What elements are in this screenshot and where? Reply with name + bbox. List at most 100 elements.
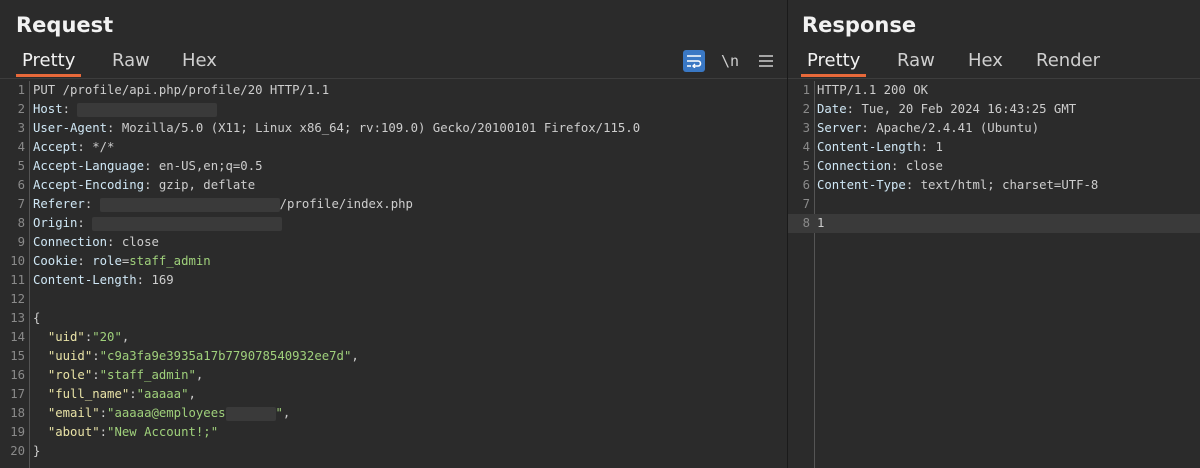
line-number: 13 <box>10 311 25 325</box>
line-number: 6 <box>17 178 25 192</box>
tab-request-pretty[interactable]: Pretty <box>16 50 82 77</box>
code-line: 2 Date: Tue, 20 Feb 2024 16:43:25 GMT <box>788 100 1200 119</box>
line-number: 3 <box>802 121 810 135</box>
json-value-end: " <box>275 406 283 420</box>
colon: : <box>107 121 122 135</box>
code-line: 5 Accept-Language: en-US,en;q=0.5 <box>0 157 787 176</box>
json-value: "staff_admin" <box>99 368 196 382</box>
colon: : <box>144 178 159 192</box>
code-line: 3 User-Agent: Mozilla/5.0 (X11; Linux x86… <box>0 119 787 138</box>
line-number: 10 <box>10 254 25 268</box>
code-text: 1 <box>817 214 824 233</box>
header-value: Apache/2.4.41 (Ubuntu) <box>876 121 1040 135</box>
redacted-block <box>92 216 283 231</box>
line-number: 4 <box>802 140 810 154</box>
code-text: "uuid":"c9a3fa9e3935a17b779078540932ee7d… <box>33 347 359 366</box>
line-number: 5 <box>17 159 25 173</box>
colon: : <box>905 178 921 192</box>
show-newlines-button[interactable]: \n <box>719 50 741 72</box>
header-name: Referer <box>33 197 85 211</box>
tab-response-hex[interactable]: Hex <box>962 50 1009 76</box>
line-number: 6 <box>802 178 810 192</box>
request-editor[interactable]: 1 PUT /profile/api.php/profile/20 HTTP/1.… <box>0 81 787 468</box>
tab-response-raw[interactable]: Raw <box>891 50 941 76</box>
header-name: Cookie <box>33 254 78 268</box>
header-name: Connection <box>817 159 892 173</box>
request-pane: Request Pretty Raw Hex \n 1 PUT /profile/… <box>0 0 788 468</box>
header-name: Connection <box>33 235 108 249</box>
response-pane: Response Pretty Raw Hex Render 1 HTTP/1.1… <box>788 0 1200 468</box>
response-editor[interactable]: 1 HTTP/1.1 200 OK 2 Date: Tue, 20 Feb 2024 … <box>788 81 1200 468</box>
redacted-block <box>225 406 276 421</box>
code-line: 7 <box>788 195 1200 214</box>
response-title: Response <box>802 13 917 37</box>
colon: : <box>107 235 122 249</box>
code-text: Content-Length: 1 <box>817 138 943 157</box>
line-number: 4 <box>17 140 25 154</box>
code-text: PUT /profile/api.php/profile/20 HTTP/1.1 <box>33 81 329 100</box>
code-text: "uid":"20", <box>33 328 129 347</box>
header-name: Host <box>33 102 63 116</box>
json-value: "c9a3fa9e3935a17b779078540932ee7d" <box>99 349 352 363</box>
line-number: 3 <box>17 121 25 135</box>
header-value: 169 <box>151 273 174 287</box>
cookie-key: role <box>92 254 122 268</box>
tab-request-hex[interactable]: Hex <box>176 50 223 76</box>
json-value: "aaaaa" <box>136 387 189 401</box>
code-line: 6 Content-Type: text/html; charset=UTF-8 <box>788 176 1200 195</box>
json-key: "email" <box>47 406 100 420</box>
colon: : <box>92 349 100 363</box>
line-number: 12 <box>10 292 25 306</box>
colon: : <box>861 121 877 135</box>
cookie-value: staff_admin <box>129 254 211 268</box>
json-comma: , <box>188 387 196 401</box>
colon: : <box>99 406 108 420</box>
code-text: Origin: <box>33 214 283 233</box>
line-text: HTTP/1.1 200 OK <box>817 83 929 97</box>
tab-response-render[interactable]: Render <box>1030 50 1106 76</box>
header-value: /profile/index.php <box>279 197 413 211</box>
json-key: "role" <box>47 368 93 382</box>
json-key: "uuid" <box>47 349 93 363</box>
json-key: "uid" <box>47 330 85 344</box>
code-text: "about":"New Account!;" <box>33 423 218 442</box>
hamburger-menu-icon[interactable] <box>755 50 777 72</box>
header-value: Tue, 20 Feb 2024 16:43:25 GMT <box>861 102 1077 116</box>
colon: : <box>920 140 936 154</box>
request-tabs: Pretty Raw Hex <box>0 46 787 79</box>
code-text: Connection: close <box>33 233 159 252</box>
header-name: Accept-Language <box>33 159 145 173</box>
code-line: 9 Connection: close <box>0 233 787 252</box>
wrap-lines-icon[interactable] <box>683 50 705 72</box>
code-text: Server: Apache/2.4.41 (Ubuntu) <box>817 119 1039 138</box>
code-text: Cookie: role=staff_admin <box>33 252 211 271</box>
code-line: 12 <box>0 290 787 309</box>
tab-response-pretty[interactable]: Pretty <box>801 50 867 77</box>
json-comma: , <box>121 330 130 344</box>
code-line: 18 "email":"aaaaa@employees ", <box>0 404 787 423</box>
code-line: 11 Content-Length: 169 <box>0 271 787 290</box>
json-key: "about" <box>47 425 100 439</box>
header-name: Content-Type <box>817 178 906 192</box>
json-comma: , <box>195 368 204 382</box>
colon: : <box>891 159 906 173</box>
code-line: 17 "full_name":"aaaaa", <box>0 385 787 404</box>
tab-request-raw[interactable]: Raw <box>106 50 156 76</box>
line-number: 11 <box>10 273 25 287</box>
header-value: 1 <box>935 140 943 154</box>
code-text: Accept-Encoding: gzip, deflate <box>33 176 255 195</box>
line-number: 15 <box>10 349 25 363</box>
code-text: User-Agent: Mozilla/5.0 (X11; Linux x86_… <box>33 119 640 138</box>
line-number: 9 <box>17 235 25 249</box>
code-text: Connection: close <box>817 157 943 176</box>
colon: : <box>136 273 152 287</box>
line-number: 7 <box>802 197 810 211</box>
line-number: 5 <box>802 159 810 173</box>
line-number: 14 <box>10 330 25 344</box>
code-text: HTTP/1.1 200 OK <box>817 81 928 100</box>
json-key: "full_name" <box>47 387 130 401</box>
header-name: User-Agent <box>33 121 108 135</box>
colon: : <box>144 159 159 173</box>
